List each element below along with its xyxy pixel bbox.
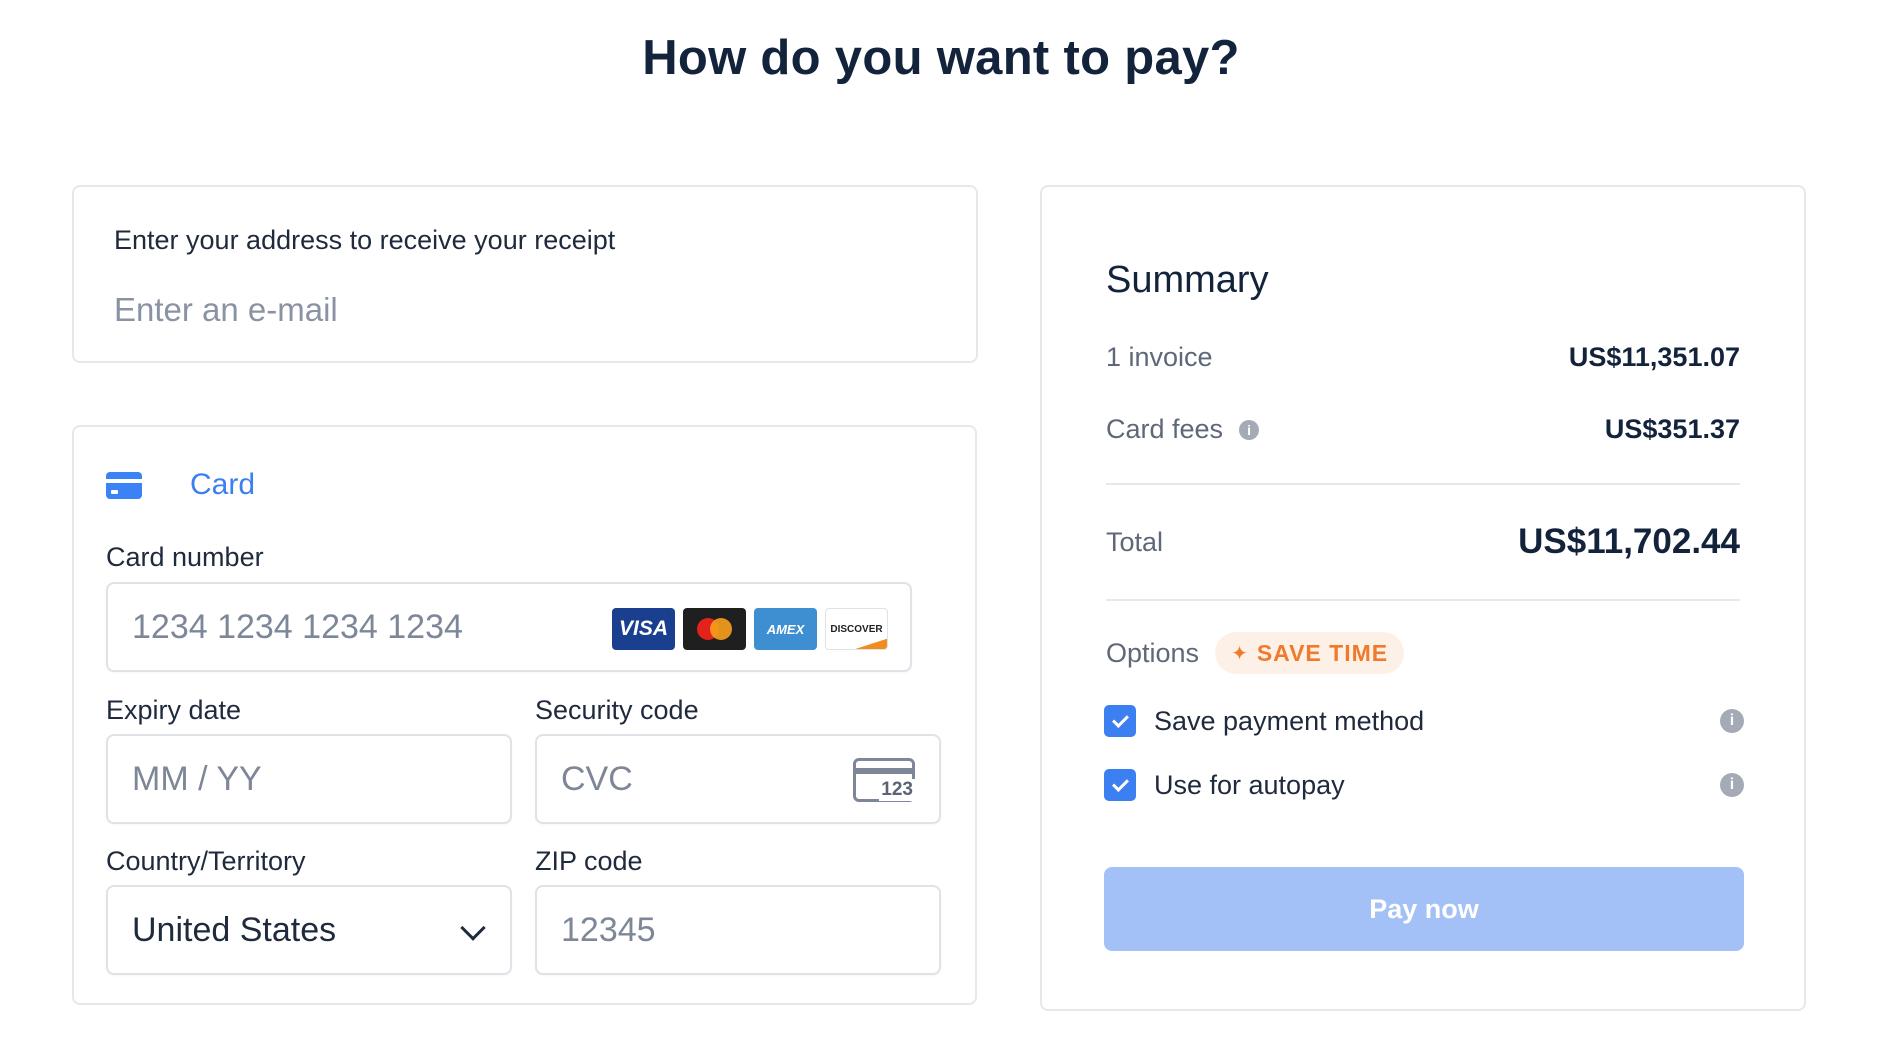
country-select[interactable]: United States: [106, 885, 512, 975]
total-label: Total: [1106, 526, 1164, 557]
amex-icon: AMEX: [754, 608, 817, 650]
payment-method-card: Card Card number VISA AMEX DISCOVER Expi…: [72, 425, 977, 1005]
autopay-label[interactable]: Use for autopay: [1154, 770, 1720, 801]
fees-label-wrap: Card fees i: [1106, 414, 1260, 445]
security-code-field[interactable]: 123: [535, 734, 941, 824]
autopay-option: Use for autopay i: [1104, 769, 1744, 801]
expiry-label: Expiry date: [106, 695, 242, 725]
save-payment-method-option: Save payment method i: [1104, 705, 1744, 737]
divider: [1106, 483, 1740, 485]
card-number-input[interactable]: [132, 584, 694, 670]
email-card: Enter your address to receive your recei…: [72, 185, 978, 363]
save-payment-method-label[interactable]: Save payment method: [1154, 706, 1720, 737]
security-code-label: Security code: [535, 695, 699, 725]
tab-card[interactable]: Card: [106, 465, 255, 505]
sparkle-icon: ✦: [1231, 642, 1249, 665]
summary-card: Summary 1 invoice US$11,351.07 Card fees…: [1040, 185, 1806, 1011]
cvc-input[interactable]: [561, 736, 843, 822]
country-label: Country/Territory: [106, 846, 306, 876]
invoice-label: 1 invoice: [1106, 342, 1213, 372]
email-label: Enter your address to receive your recei…: [114, 225, 616, 255]
info-icon[interactable]: i: [1720, 773, 1744, 797]
divider: [1106, 599, 1740, 601]
fees-value: US$351.37: [1604, 414, 1740, 444]
expiry-field[interactable]: [106, 734, 512, 824]
save-time-label: SAVE TIME: [1256, 639, 1389, 666]
zip-field[interactable]: [535, 885, 941, 975]
autopay-checkbox[interactable]: [1104, 769, 1136, 801]
pay-now-button[interactable]: Pay now: [1104, 867, 1744, 951]
info-icon[interactable]: i: [1720, 709, 1744, 733]
total-value: US$11,702.44: [1518, 522, 1740, 561]
options-header: Options ✦ SAVE TIME: [1106, 632, 1405, 674]
payment-page: How do you want to pay? Enter your addre…: [0, 0, 1882, 1046]
chevron-down-icon: [460, 915, 486, 941]
discover-icon: DISCOVER: [825, 608, 888, 650]
info-icon[interactable]: i: [1239, 419, 1260, 440]
invoice-value: US$11,351.07: [1568, 342, 1740, 372]
visa-icon: VISA: [612, 608, 675, 650]
email-input[interactable]: [114, 285, 934, 335]
summary-title: Summary: [1106, 259, 1269, 301]
tab-card-label: Card: [190, 468, 256, 501]
total-row: Total US$11,702.44: [1106, 522, 1740, 562]
options-label: Options: [1106, 637, 1200, 668]
card-brands: VISA AMEX DISCOVER: [612, 608, 888, 650]
fees-row: Card fees i US$351.37: [1106, 414, 1740, 445]
zip-input[interactable]: [561, 887, 843, 973]
save-time-badge: ✦ SAVE TIME: [1215, 632, 1405, 674]
fees-label: Card fees: [1106, 414, 1224, 444]
invoice-row: 1 invoice US$11,351.07: [1106, 342, 1740, 373]
save-payment-method-checkbox[interactable]: [1104, 705, 1136, 737]
mastercard-icon: [683, 608, 746, 650]
card-number-label: Card number: [106, 542, 264, 572]
expiry-input[interactable]: [132, 736, 414, 822]
page-title: How do you want to pay?: [642, 31, 1240, 85]
country-value: United States: [132, 911, 337, 949]
zip-label: ZIP code: [535, 846, 643, 876]
cvc-icon-text: 123: [879, 779, 915, 801]
credit-card-icon: [106, 471, 142, 499]
card-number-field[interactable]: VISA AMEX DISCOVER: [106, 582, 912, 672]
